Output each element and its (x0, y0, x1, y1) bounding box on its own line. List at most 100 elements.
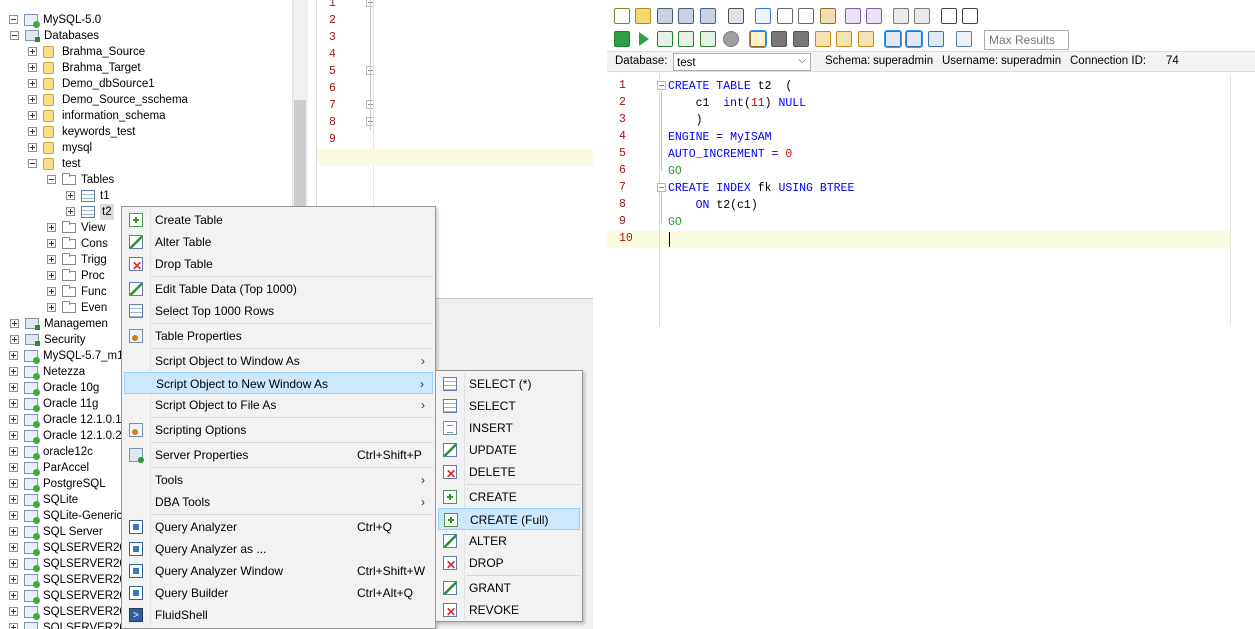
menu-item[interactable]: CREATE (Full) (438, 508, 580, 530)
expand-icon[interactable] (9, 383, 18, 392)
expand-icon[interactable] (47, 271, 56, 280)
menu-item[interactable]: Script Object to New Window As › (124, 372, 433, 394)
commit-icon[interactable] (858, 31, 874, 47)
execute-step-icon[interactable] (657, 31, 673, 47)
expand-icon[interactable] (9, 623, 18, 629)
tree-item[interactable]: Brahma_Target (0, 60, 290, 76)
menu-item[interactable]: CREATE (438, 486, 580, 508)
tree-item[interactable]: Demo_Source_sschema (0, 92, 290, 108)
execute-file-icon[interactable] (700, 31, 716, 47)
expand-icon[interactable] (9, 543, 18, 552)
menu-item[interactable]: SELECT (*) (438, 373, 580, 395)
expand-icon[interactable] (9, 511, 18, 520)
split-grid-icon[interactable] (884, 30, 902, 48)
collapse-icon[interactable] (47, 175, 56, 184)
redo-icon[interactable] (866, 8, 882, 24)
new-icon[interactable] (614, 8, 630, 24)
expand-icon[interactable] (9, 495, 18, 504)
menu-item[interactable]: Create Table (124, 209, 433, 231)
paste-icon[interactable] (820, 8, 836, 24)
stop-icon[interactable] (723, 31, 739, 47)
select-all-icon[interactable] (755, 8, 771, 24)
menu-item[interactable]: Script Object to File As › (124, 394, 433, 416)
tree-item[interactable]: Databases (0, 28, 290, 44)
tree-item[interactable]: MySQL-5.0 (0, 12, 290, 28)
sql-editor[interactable]: CREATE TABLE t2 ( c1 int(11) NULL ) ENGIN… (660, 74, 1255, 326)
menu-item[interactable]: FluidShell (124, 604, 433, 627)
expand-icon[interactable] (9, 367, 18, 376)
menu-item[interactable]: Server Properties Ctrl+Shift+P (124, 444, 433, 466)
tree-item[interactable]: test (0, 156, 290, 172)
menu-item[interactable]: INSERT (438, 417, 580, 439)
copy-icon[interactable] (798, 8, 814, 24)
expand-icon[interactable] (9, 415, 18, 424)
menu-item[interactable]: Query Analyzer Ctrl+Q (124, 516, 433, 538)
expand-icon[interactable] (47, 255, 56, 264)
history-icon[interactable] (956, 31, 972, 47)
expand-icon[interactable] (9, 575, 18, 584)
results-text-icon[interactable] (749, 30, 767, 48)
expand-icon[interactable] (9, 591, 18, 600)
expand-icon[interactable] (9, 559, 18, 568)
expand-icon[interactable] (9, 479, 18, 488)
menu-item[interactable]: Query Builder Ctrl+Alt+Q (124, 582, 433, 604)
menu-item[interactable]: DBA Tools › (124, 491, 433, 513)
menu-item[interactable]: Query Analyzer Window Ctrl+Shift+W (124, 560, 433, 582)
menu-item[interactable]: Query Analyzer as ... (124, 538, 433, 560)
editor-scrollbar[interactable] (1230, 74, 1255, 326)
expand-icon[interactable] (28, 95, 37, 104)
menu-item[interactable]: ALTER (438, 530, 580, 552)
expand-icon[interactable] (9, 527, 18, 536)
auto-commit-icon[interactable] (836, 31, 852, 47)
menu-item[interactable]: REVOKE (438, 599, 580, 623)
expand-icon[interactable] (9, 431, 18, 440)
menu-item[interactable]: Scripting Options (124, 419, 433, 441)
expand-icon[interactable] (28, 127, 37, 136)
results-file-icon[interactable] (793, 31, 809, 47)
print-icon[interactable] (728, 8, 744, 24)
uppercase-icon[interactable] (962, 8, 978, 24)
undo-icon[interactable] (845, 8, 861, 24)
expand-icon[interactable] (9, 607, 18, 616)
expand-icon[interactable] (9, 447, 18, 456)
find-icon[interactable] (893, 8, 909, 24)
results-grid-icon[interactable] (771, 31, 787, 47)
save-icon[interactable] (657, 8, 673, 24)
expand-icon[interactable] (9, 351, 18, 360)
menu-item[interactable]: Drop Table (124, 253, 433, 277)
expand-icon[interactable] (47, 239, 56, 248)
expand-icon[interactable] (10, 319, 19, 328)
replace-icon[interactable] (914, 8, 930, 24)
execute-selection-icon[interactable] (678, 31, 694, 47)
expand-icon[interactable] (28, 79, 37, 88)
collapse-icon[interactable] (10, 31, 19, 40)
save-all-icon[interactable] (678, 8, 694, 24)
expand-icon[interactable] (66, 191, 75, 200)
menu-item[interactable]: Select Top 1000 Rows (124, 300, 433, 322)
expand-icon[interactable] (28, 143, 37, 152)
max-results-input[interactable] (984, 30, 1069, 50)
menu-item[interactable]: Edit Table Data (Top 1000) (124, 278, 433, 300)
menu-item[interactable]: Script Object to Window As › (124, 350, 433, 372)
expand-icon[interactable] (28, 47, 37, 56)
menu-item[interactable]: DROP (438, 552, 580, 576)
expand-icon[interactable] (47, 223, 56, 232)
tree-item[interactable]: Demo_dbSource1 (0, 76, 290, 92)
tree-item[interactable]: t1 (0, 188, 290, 204)
menu-item[interactable]: Tools › (124, 469, 433, 491)
explain-plan-icon[interactable] (815, 31, 831, 47)
expand-icon[interactable] (9, 399, 18, 408)
open-icon[interactable] (635, 8, 651, 24)
expand-icon[interactable] (66, 207, 75, 216)
menu-item[interactable]: Table Properties (124, 325, 433, 347)
database-select[interactable]: test ⌵ (673, 53, 811, 71)
menu-item[interactable]: SELECT (438, 395, 580, 417)
tree-item[interactable]: Brahma_Source (0, 44, 290, 60)
collapse-icon[interactable] (9, 15, 18, 24)
menu-item[interactable]: DELETE (438, 461, 580, 485)
tree-item[interactable]: mysql (0, 140, 290, 156)
expand-icon[interactable] (47, 287, 56, 296)
tree-item[interactable]: information_schema (0, 108, 290, 124)
execute-all-icon[interactable] (614, 31, 630, 47)
tree-item[interactable]: keywords_test (0, 124, 290, 140)
